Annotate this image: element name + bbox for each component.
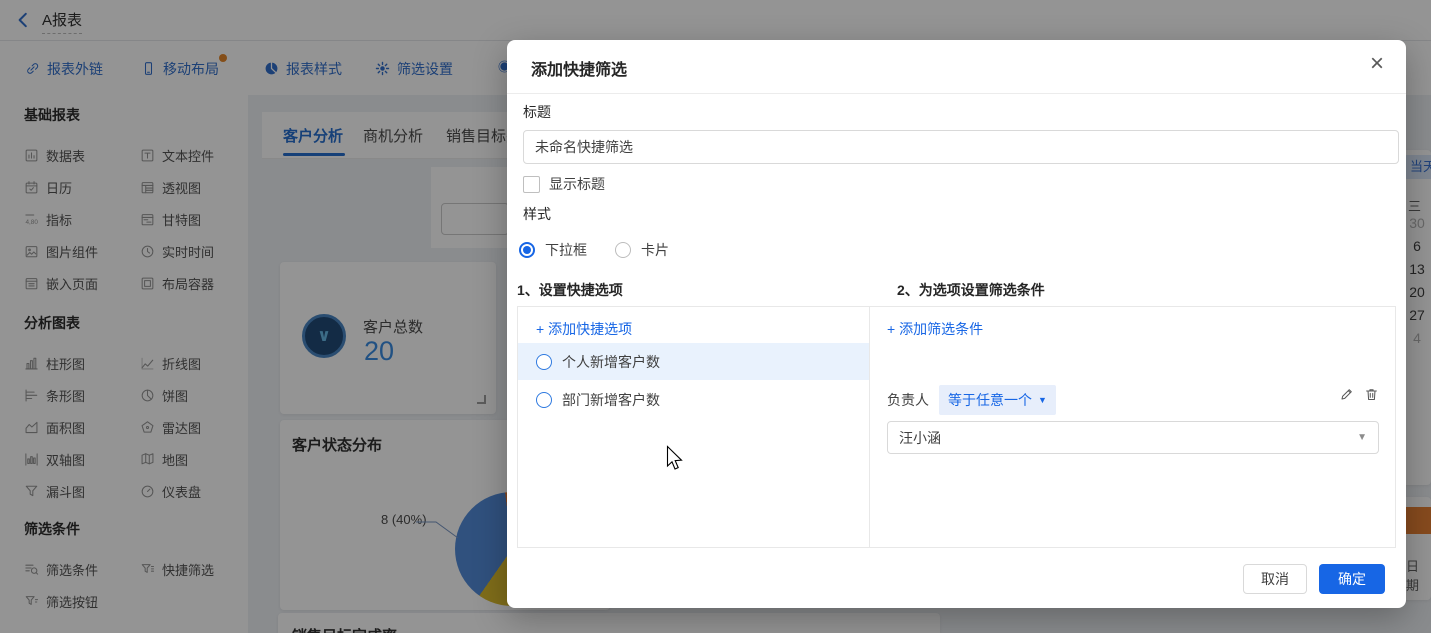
style-radio-group: 下拉框 卡片 (519, 240, 669, 260)
header-divider (507, 93, 1406, 94)
left-panel-header: 1、设置快捷选项 (517, 280, 623, 300)
quick-option-row[interactable]: 个人新增客户数 (518, 343, 869, 380)
quick-option-row[interactable]: 部门新增客户数 (518, 381, 869, 418)
condition-value-select[interactable]: 汪小涵 ▼ (887, 421, 1379, 454)
show-title-label: 显示标题 (549, 174, 605, 194)
radio-dropdown[interactable] (519, 242, 535, 258)
condition-value: 汪小涵 (899, 428, 941, 448)
radio-card[interactable] (615, 242, 631, 258)
title-field-label: 标题 (523, 102, 551, 122)
option-radio[interactable] (536, 392, 552, 408)
confirm-button[interactable]: 确定 (1319, 564, 1385, 594)
delete-icon[interactable] (1364, 387, 1379, 402)
title-input[interactable] (523, 130, 1399, 164)
operator-dropdown[interactable]: 等于任意一个 ▼ (939, 385, 1056, 415)
edit-icon[interactable] (1339, 387, 1354, 402)
add-quick-option-link[interactable]: + 添加快捷选项 (536, 319, 632, 339)
show-title-row: 显示标题 (523, 174, 605, 194)
add-quick-filter-dialog: 添加快捷筛选 × 标题 显示标题 样式 下拉框 卡片 1、设置快捷选项 2、为选… (507, 40, 1406, 608)
show-title-checkbox[interactable] (523, 176, 540, 193)
radio-dropdown-label: 下拉框 (545, 240, 587, 260)
options-panel: + 添加快捷选项 个人新增客户数 部门新增客户数 + 添加筛选条件 负责人 等于… (517, 306, 1396, 548)
radio-card-label: 卡片 (641, 240, 669, 260)
add-filter-condition-link[interactable]: + 添加筛选条件 (887, 319, 983, 339)
condition-actions (1339, 387, 1379, 402)
chevron-down-icon: ▼ (1357, 432, 1367, 443)
option-radio[interactable] (536, 354, 552, 370)
dialog-title: 添加快捷筛选 (531, 56, 627, 80)
style-field-label: 样式 (523, 204, 551, 224)
close-icon[interactable]: × (1370, 52, 1384, 76)
caret-down-icon: ▼ (1038, 395, 1047, 405)
panel-divider (869, 307, 870, 547)
cancel-button[interactable]: 取消 (1243, 564, 1307, 594)
condition-field-label: 负责人 (887, 390, 929, 410)
condition-row: 负责人 等于任意一个 ▼ (887, 385, 1056, 415)
right-panel-header: 2、为选项设置筛选条件 (897, 280, 1045, 300)
